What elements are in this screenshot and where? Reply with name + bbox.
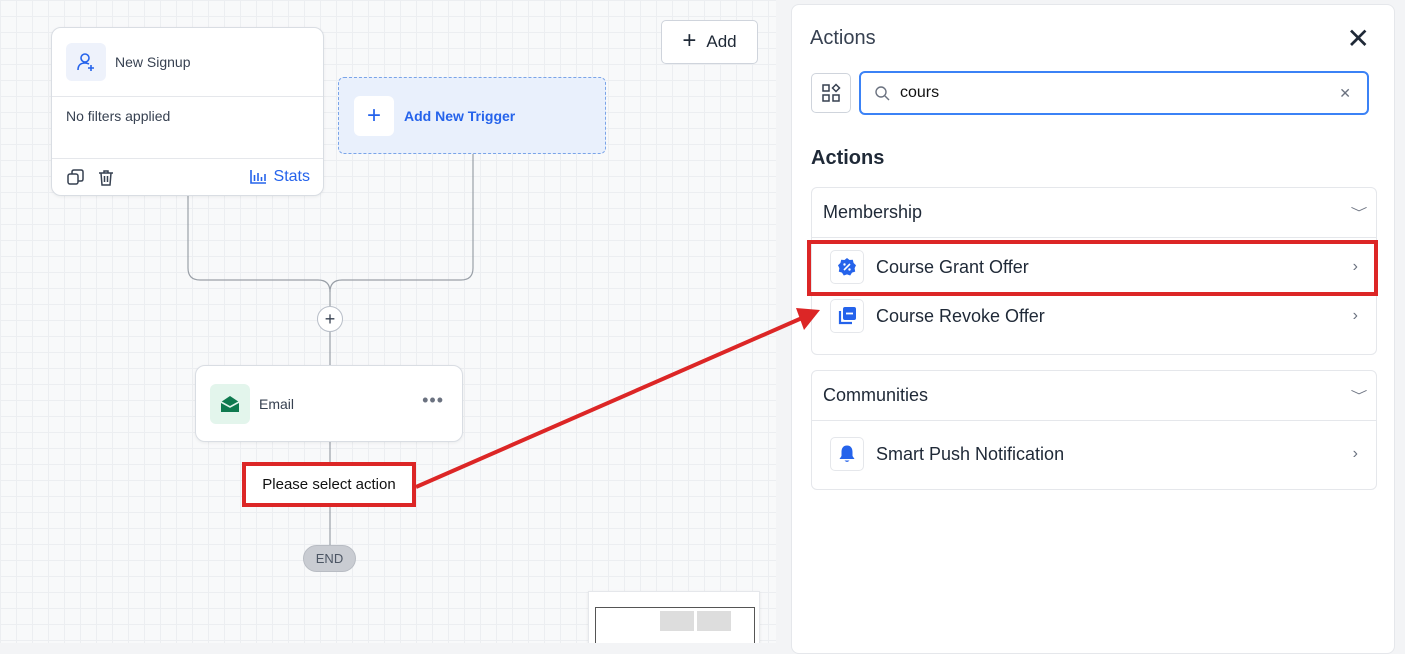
chevron-right-icon: ›	[1352, 445, 1358, 462]
trigger-footer: Stats	[52, 159, 323, 195]
stats-button[interactable]: Stats	[249, 168, 310, 186]
actions-panel: Actions ✕ ✕ Actions Membership ﹀ Course …	[791, 4, 1395, 654]
clear-search-icon[interactable]: ✕	[1339, 85, 1351, 102]
bar-chart-icon	[249, 170, 266, 184]
end-node: END	[303, 545, 356, 572]
add-button-label: Add	[706, 32, 737, 51]
chevron-down-icon[interactable]: ﹀	[1351, 204, 1368, 221]
panel-title: Actions	[810, 27, 876, 49]
group-header[interactable]: Membership ﹀	[812, 188, 1376, 238]
group-title: Membership	[823, 202, 923, 222]
group-communities: Communities ﹀ Smart Push Notification ›	[811, 370, 1377, 490]
plus-icon: +	[682, 27, 697, 54]
trigger-title: New Signup	[115, 54, 191, 70]
search-input[interactable]	[898, 83, 1322, 103]
add-new-trigger-label: Add New Trigger	[404, 107, 516, 124]
close-icon[interactable]: ✕	[1347, 25, 1370, 53]
minimap-node	[660, 611, 694, 631]
add-new-trigger-button[interactable]: + Add New Trigger	[338, 77, 606, 154]
trash-icon[interactable]	[96, 167, 116, 187]
trigger-card[interactable]: New Signup No filters applied Stats	[51, 27, 324, 196]
chevron-right-icon: ›	[1352, 258, 1358, 275]
chevron-down-icon[interactable]: ﹀	[1351, 387, 1368, 404]
badge-percent-icon	[830, 250, 864, 284]
action-item-label: Smart Push Notification	[876, 443, 1065, 464]
bell-icon	[830, 437, 864, 471]
trigger-filters-text: No filters applied	[52, 97, 323, 159]
minimap[interactable]	[588, 591, 760, 643]
email-step-label: Email	[259, 395, 295, 412]
minimap-node	[697, 611, 731, 631]
action-item-label: Course Grant Offer	[876, 256, 1029, 277]
insert-step-button[interactable]: +	[317, 306, 343, 332]
action-item-label: Course Revoke Offer	[876, 305, 1045, 326]
email-step-card[interactable]: Email •••	[195, 365, 463, 442]
section-heading: Actions	[811, 147, 885, 169]
select-action-placeholder[interactable]: Please select action	[242, 462, 416, 507]
chevron-right-icon: ›	[1352, 307, 1358, 324]
category-grid-button[interactable]	[811, 73, 851, 113]
search-field[interactable]: ✕	[859, 71, 1369, 115]
group-membership: Membership ﹀ Course Grant Offer › Course…	[807, 187, 1378, 355]
group-title: Communities	[823, 385, 929, 405]
workflow-canvas[interactable]: New Signup No filters applied Stats + Ad…	[0, 0, 776, 643]
trigger-header: New Signup	[52, 28, 323, 97]
more-options-icon[interactable]: •••	[422, 390, 444, 411]
copy-icon[interactable]	[65, 167, 85, 187]
action-item-smart-push-notification[interactable]: Smart Push Notification ›	[812, 429, 1376, 479]
email-open-icon	[210, 383, 250, 424]
stats-label: Stats	[273, 168, 310, 185]
stack-minus-icon	[830, 299, 864, 333]
minimap-viewport	[595, 607, 755, 643]
grid-shapes-icon	[822, 83, 841, 102]
action-item-course-revoke-offer[interactable]: Course Revoke Offer ›	[812, 291, 1376, 341]
group-header[interactable]: Communities ﹀	[812, 371, 1376, 421]
user-add-icon	[66, 43, 106, 81]
add-button[interactable]: + Add	[661, 20, 758, 64]
plus-icon: +	[354, 95, 394, 136]
action-item-course-grant-offer[interactable]: Course Grant Offer ›	[807, 240, 1378, 296]
search-icon	[875, 85, 890, 100]
